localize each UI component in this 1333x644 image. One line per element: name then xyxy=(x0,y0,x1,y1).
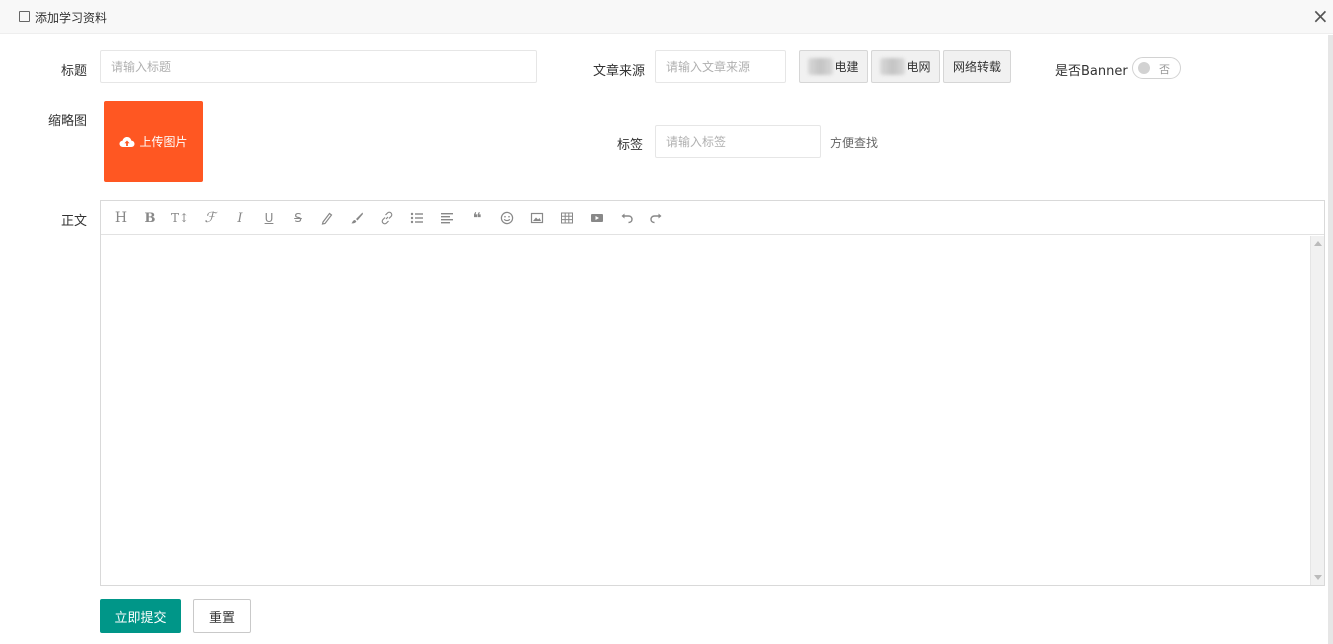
dialog-title: 添加学习资料 xyxy=(35,11,108,25)
source-button-1-label: 电建 xyxy=(834,60,859,74)
emoticon-icon[interactable] xyxy=(496,201,518,235)
tag-input[interactable] xyxy=(655,125,821,158)
font-size-icon[interactable]: T↕ xyxy=(169,201,191,235)
tag-hint: 方便查找 xyxy=(830,136,879,150)
underline-icon[interactable]: U xyxy=(258,201,280,235)
bold-icon[interactable]: B xyxy=(139,201,161,235)
font-color-icon[interactable] xyxy=(316,201,338,235)
undo-icon[interactable] xyxy=(616,201,638,235)
page-scrollbar[interactable] xyxy=(1328,35,1333,644)
title-input[interactable] xyxy=(100,50,537,83)
redacted-text: 国家 xyxy=(880,58,905,75)
editor-content-area[interactable] xyxy=(101,236,1310,585)
italic-icon[interactable]: I xyxy=(229,201,251,235)
image-icon[interactable] xyxy=(526,201,548,235)
source-input[interactable] xyxy=(655,50,786,83)
redacted-text: 国家 xyxy=(808,58,833,75)
quote-icon[interactable]: ❝ xyxy=(466,201,488,235)
video-icon[interactable] xyxy=(586,201,608,235)
close-icon[interactable]: × xyxy=(1312,4,1329,28)
scroll-down-arrow-icon[interactable] xyxy=(1314,575,1322,580)
submit-button[interactable]: 立即提交 xyxy=(100,599,181,633)
upload-image-label: 上传图片 xyxy=(139,135,188,149)
title-label: 标题 xyxy=(60,64,87,79)
switch-knob xyxy=(1138,62,1150,74)
source-button-2[interactable]: 国家电网 xyxy=(871,50,940,83)
upload-image-button[interactable]: 上传图片 xyxy=(104,101,203,182)
switch-text: 否 xyxy=(1159,63,1170,76)
scroll-up-arrow-icon[interactable] xyxy=(1314,241,1322,246)
font-family-icon[interactable]: ℱ xyxy=(199,201,221,235)
background-color-icon[interactable] xyxy=(346,201,368,235)
cloud-upload-icon xyxy=(119,136,135,148)
tag-label: 标签 xyxy=(617,138,644,153)
table-icon[interactable] xyxy=(556,201,578,235)
editor-scrollbar[interactable] xyxy=(1310,236,1324,585)
heading-icon[interactable]: H xyxy=(110,201,132,235)
source-label: 文章来源 xyxy=(593,64,646,79)
reset-button[interactable]: 重置 xyxy=(193,599,251,633)
list-icon[interactable] xyxy=(406,201,428,235)
source-button-1[interactable]: 国家电建 xyxy=(799,50,868,83)
thumbnail-label: 缩略图 xyxy=(47,114,87,129)
link-icon[interactable] xyxy=(376,201,398,235)
redo-icon[interactable] xyxy=(645,201,667,235)
editor-toolbar: H B T↕ ℱ I U S ❝ xyxy=(101,201,1324,235)
source-button-2-label: 电网 xyxy=(906,60,931,74)
banner-label: 是否Banner xyxy=(1055,64,1128,79)
source-button-3[interactable]: 网络转载 xyxy=(943,50,1011,83)
source-button-3-label: 网络转载 xyxy=(952,60,1001,74)
strikethrough-icon[interactable]: S xyxy=(287,201,309,235)
justify-icon[interactable] xyxy=(436,201,458,235)
banner-switch[interactable]: 否 xyxy=(1132,57,1181,79)
rich-text-editor: H B T↕ ℱ I U S ❝ xyxy=(100,200,1325,586)
body-label: 正文 xyxy=(60,214,87,229)
dialog-titlebar: 添加学习资料 × xyxy=(0,0,1333,34)
window-icon xyxy=(19,11,30,22)
